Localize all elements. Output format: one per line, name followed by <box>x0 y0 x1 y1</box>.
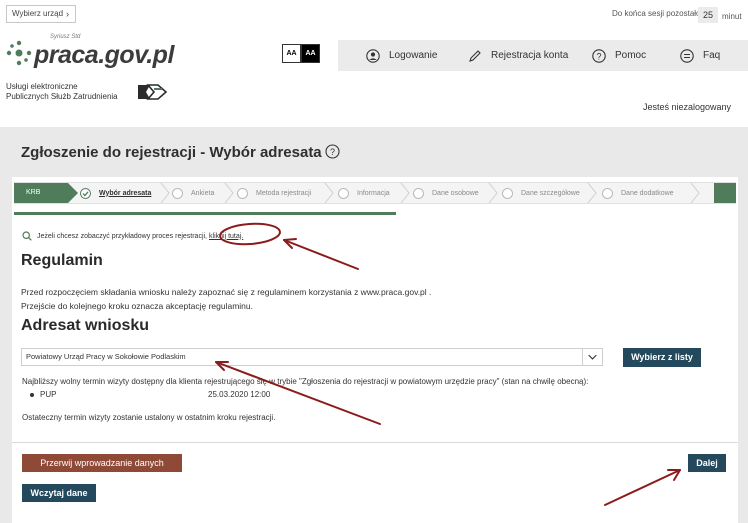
regulamin-heading: Regulamin <box>21 252 103 269</box>
contrast-switch: AA AA <box>282 44 320 63</box>
step-circle-icon <box>338 187 349 199</box>
next-button[interactable]: Dalej <box>688 454 726 472</box>
step-dane-osobowe[interactable]: Dane osobowe <box>413 183 479 203</box>
step-circle-icon <box>502 187 513 199</box>
step-label: Dane szczegółowe <box>521 189 580 197</box>
step-label: Ankieta <box>191 189 215 197</box>
step-wybor-adresata[interactable]: Wybór adresata <box>80 183 151 203</box>
nav-faq[interactable]: Faq <box>680 40 720 71</box>
step-circle-icon <box>602 187 613 199</box>
svg-text:?: ? <box>596 51 601 61</box>
services-line2: Publicznych Służb Zatrudnienia <box>6 92 118 101</box>
help-icon[interactable]: ? <box>325 144 340 159</box>
faq-icon <box>680 48 694 63</box>
stepper-progress <box>14 212 396 215</box>
step-label: Informacja <box>357 189 390 197</box>
login-status: Jesteś niezalogowany <box>643 102 732 112</box>
step-dane-dodatkowe[interactable]: Dane dodatkowe <box>602 183 674 203</box>
top-navigation: Logowanie Rejestracja konta ? Pomoc Faq <box>338 40 748 71</box>
logo-sup: Syriusz Std <box>50 34 81 40</box>
step-informacja[interactable]: Informacja <box>338 183 390 203</box>
step-separator-icon <box>160 183 170 203</box>
step-separator-icon <box>400 183 410 203</box>
regulamin-text: Przed rozpoczęciem składania wniosku nal… <box>21 285 431 313</box>
pup-logo-icon <box>138 84 168 100</box>
sample-text: Jeżeli chcesz zobaczyć przykładowy proce… <box>37 232 208 240</box>
step-circle-icon <box>172 187 183 199</box>
step-dane-szczegolowe[interactable]: Dane szczegółowe <box>502 183 580 203</box>
choose-from-list-button[interactable]: Wybierz z listy <box>623 348 701 367</box>
divider <box>12 442 738 443</box>
nav-login-label: Logowanie <box>389 50 438 61</box>
magnifier-icon <box>22 231 32 241</box>
form-panel: KRB Wybór adresata Ankieta Metoda rejest… <box>12 177 738 523</box>
step-separator-icon <box>690 183 700 203</box>
load-data-button[interactable]: Wczytaj dane <box>22 484 96 502</box>
session-unit: minut <box>722 12 742 21</box>
services-line1: Usługi elektroniczne <box>6 82 78 91</box>
office-select-value: Powiatowy Urząd Pracy w Sokołowie Podlas… <box>26 352 186 361</box>
sample-process-note: Jeżeli chcesz zobaczyć przykładowy proce… <box>22 231 243 241</box>
session-label: Do końca sesji pozostało <box>612 9 701 18</box>
office-select[interactable]: Powiatowy Urząd Pracy w Sokołowie Podlas… <box>21 348 603 366</box>
choose-office-label: Wybierz urząd <box>12 9 64 18</box>
regulamin-line2: Przejście do kolejnego kroku oznacza akc… <box>21 301 253 311</box>
main-content: Zgłoszenie do rejestracji - Wybór adresa… <box>0 127 748 523</box>
step-circle-icon <box>237 187 248 199</box>
pencil-icon <box>469 49 481 62</box>
regulamin-line1: Przed rozpoczęciem składania wniosku nal… <box>21 287 432 297</box>
session-minutes: 25 <box>698 7 718 23</box>
step-separator-icon <box>488 183 498 203</box>
final-info: Ostateczny termin wizyty zostanie ustalo… <box>22 413 276 422</box>
site-logo[interactable]: Syriusz Std praca.gov.pl <box>6 34 176 69</box>
nav-help-label: Pomoc <box>615 50 647 61</box>
cancel-button[interactable]: Przerwij wprowadzanie danych <box>22 454 182 472</box>
visit-date: 25.03.2020 12:00 <box>208 390 271 399</box>
step-separator-icon <box>224 183 234 203</box>
services-caption: Usługi elektroniczne Publicznych Służb Z… <box>6 82 118 102</box>
check-icon <box>80 187 91 199</box>
svg-text:?: ? <box>330 147 335 157</box>
contrast-normal-button[interactable]: AA <box>282 44 301 63</box>
stepper: KRB Wybór adresata Ankieta Metoda rejest… <box>14 182 736 204</box>
visit-type: PUP <box>30 390 56 399</box>
user-icon <box>366 48 380 63</box>
step-label: Metoda rejestracji <box>256 189 312 197</box>
nav-login[interactable]: Logowanie <box>366 40 437 71</box>
step-metoda-rejestracji[interactable]: Metoda rejestracji <box>237 183 311 203</box>
page-title: Zgłoszenie do rejestracji - Wybór adresa… <box>21 144 322 161</box>
visit-info: Najbliższy wolny termin wizyty dostępny … <box>22 377 589 386</box>
visit-type-label: PUP <box>40 390 57 399</box>
chevron-right-icon: › <box>66 9 69 19</box>
step-label: Dane dodatkowe <box>621 189 674 197</box>
question-icon: ? <box>592 48 606 63</box>
step-ankieta[interactable]: Ankieta <box>172 183 214 203</box>
stepper-scroll-right[interactable] <box>714 183 736 203</box>
step-separator-icon <box>587 183 597 203</box>
step-label: Dane osobowe <box>432 189 479 197</box>
bullet-icon <box>30 392 34 397</box>
choose-office-button[interactable]: Wybierz urząd › <box>6 5 76 23</box>
nav-register-label: Rejestracja konta <box>491 50 569 61</box>
step-label: Wybór adresata <box>99 189 152 197</box>
logo-text: praca.gov.pl <box>34 41 174 69</box>
step-krb: KRB <box>14 183 78 203</box>
nav-register[interactable]: Rejestracja konta <box>468 40 568 71</box>
contrast-high-button[interactable]: AA <box>301 44 320 63</box>
sample-link[interactable]: kliknij tutaj. <box>209 233 243 240</box>
nav-faq-label: Faq <box>703 50 721 61</box>
nav-help[interactable]: ? Pomoc <box>592 40 646 71</box>
logo-mark-icon <box>6 40 32 66</box>
step-separator-icon <box>324 183 334 203</box>
adresat-heading: Adresat wniosku <box>21 317 150 334</box>
chevron-down-icon <box>582 349 597 365</box>
step-circle-icon <box>413 187 424 199</box>
